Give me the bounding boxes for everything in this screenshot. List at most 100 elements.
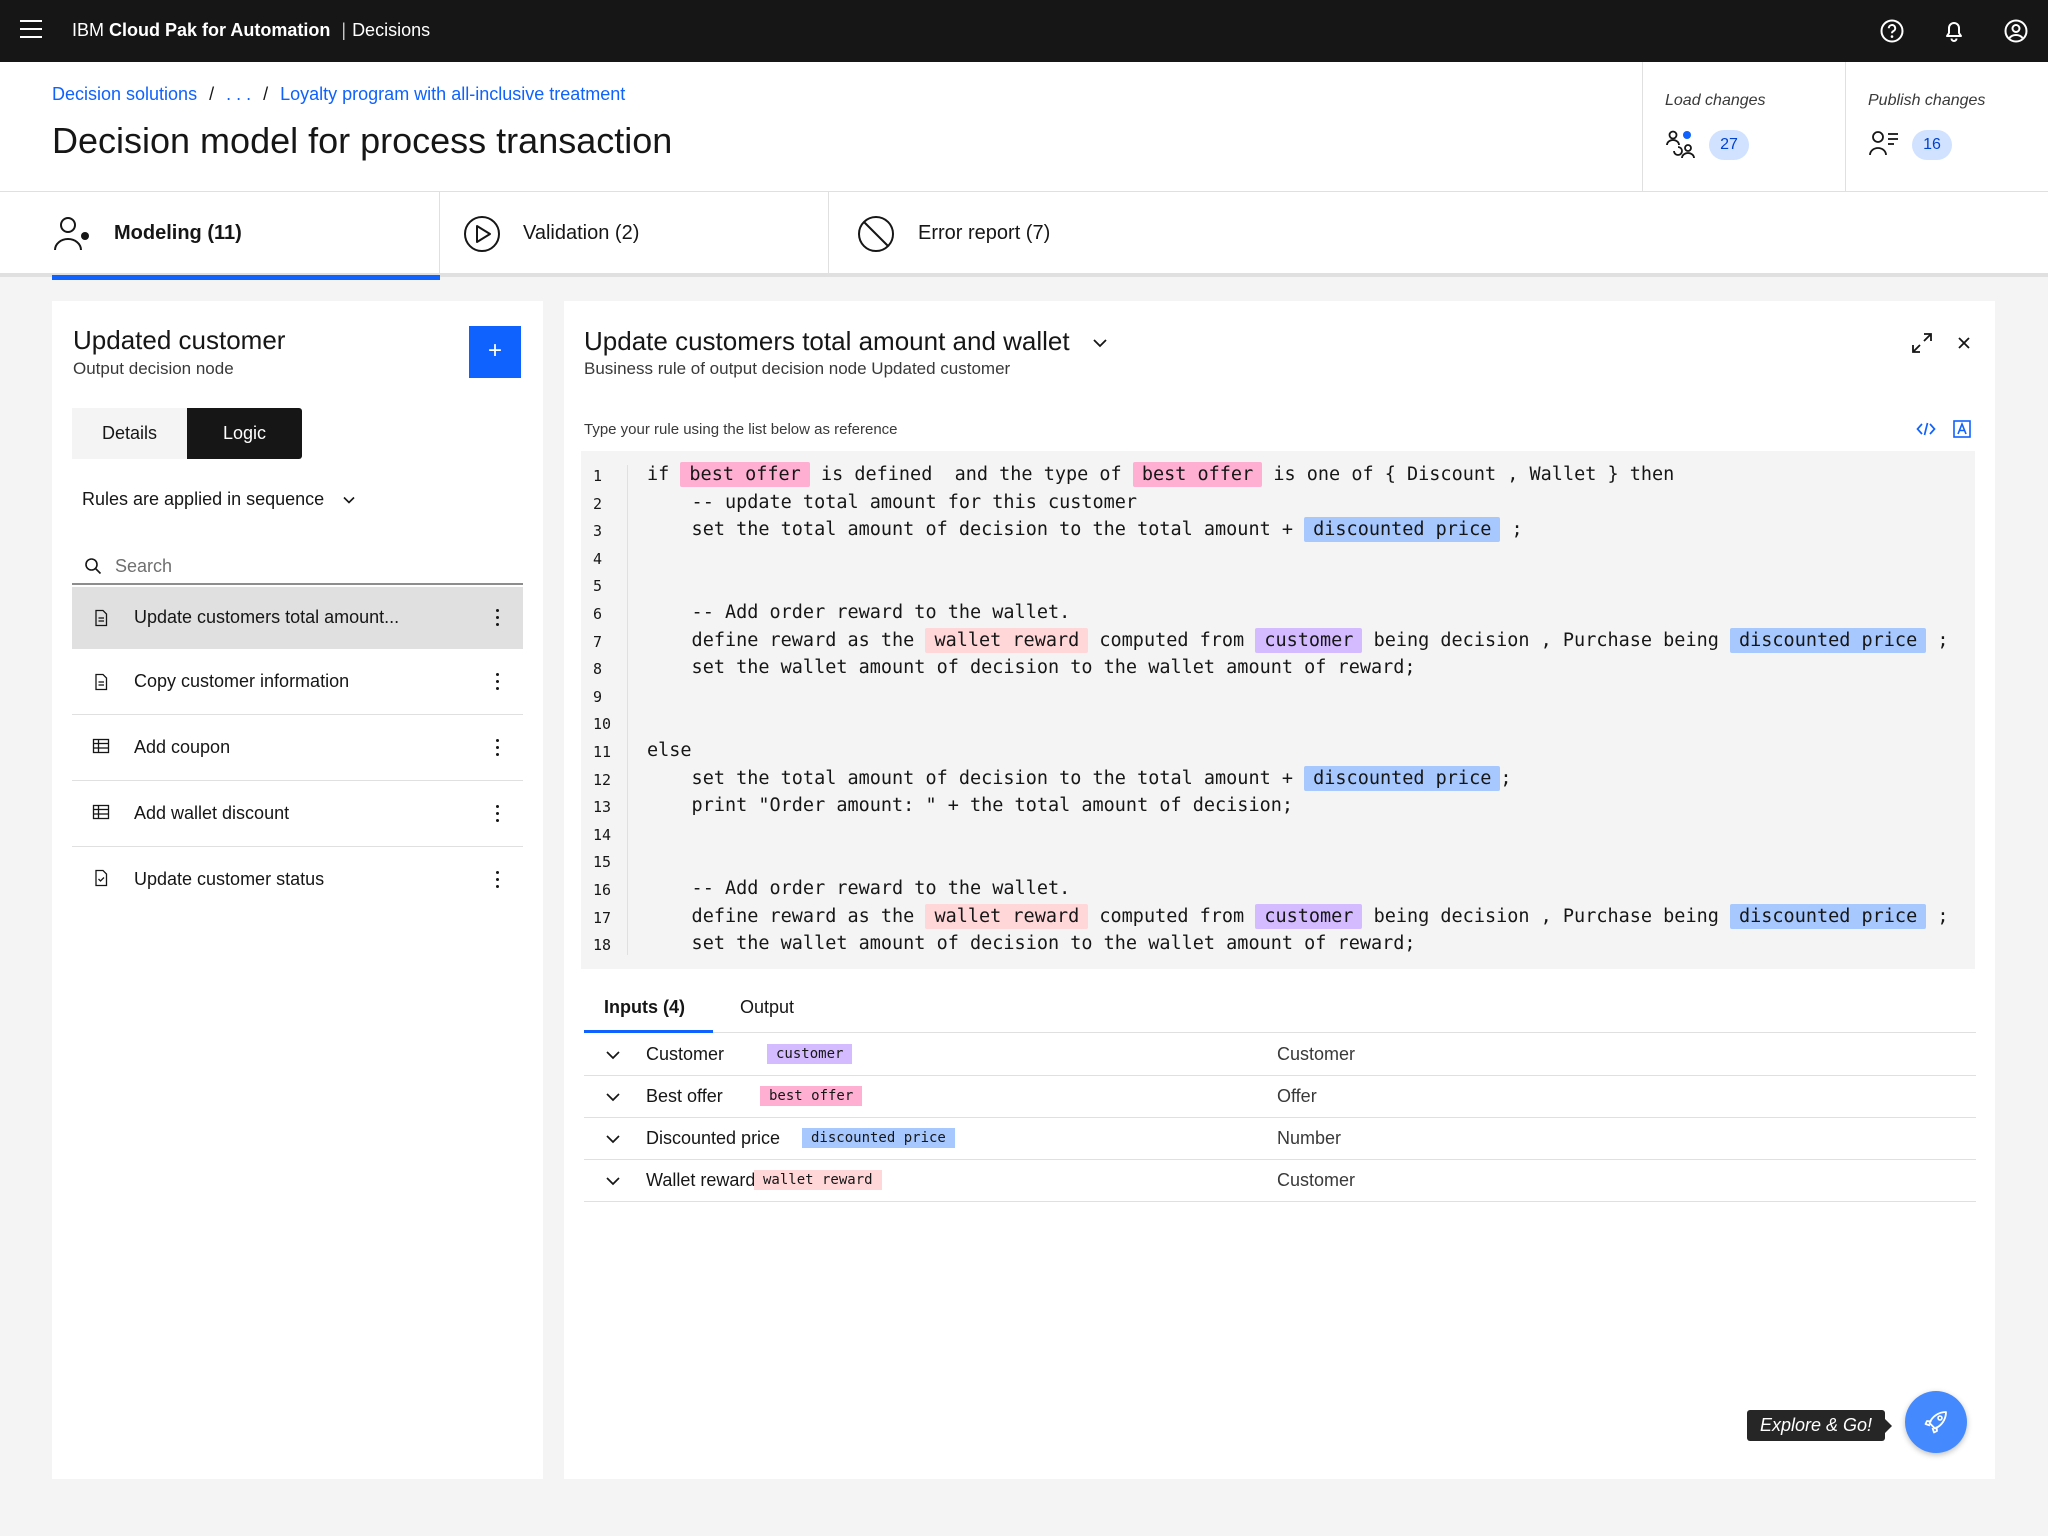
code-segment: computed from (1088, 905, 1256, 927)
input-row[interactable]: Wallet reward wallet reward Customer (584, 1160, 1976, 1202)
chevron-down-icon[interactable] (604, 1172, 622, 1190)
breadcrumb-overflow[interactable]: . . . (226, 84, 251, 104)
line-number: 17 (593, 908, 612, 927)
brand-ibm: IBM (72, 20, 105, 40)
tab-output[interactable]: Output (740, 981, 794, 1033)
page-title: Decision model for process transaction (52, 120, 673, 161)
tab-modeling[interactable]: Modeling (11) (0, 192, 440, 277)
tab-error-report-label: Error report (7) (918, 222, 1051, 244)
breadcrumb: Decision solutions / . . . / Loyalty program… (52, 84, 625, 105)
menu-icon[interactable] (20, 20, 42, 40)
explore-go-button[interactable] (1905, 1391, 1967, 1453)
help-icon[interactable] (1878, 17, 1906, 45)
io-tabs: Inputs (4) Output (584, 981, 1976, 1033)
publish-changes-label: Publish changes (1868, 92, 1986, 109)
text-format-icon[interactable] (1952, 419, 1972, 439)
rule-item-update-status[interactable]: Update customer status (72, 847, 523, 913)
rule-item-label: Add wallet discount (134, 803, 290, 823)
tab-validation[interactable]: Validation (2) (440, 192, 829, 277)
code-text: set the wallet amount of decision to the… (647, 928, 1416, 960)
code-segment: ; (1926, 905, 1949, 927)
rocket-icon (1924, 1411, 1947, 1434)
code-editor[interactable]: 1 if best offer is defined and the type o… (581, 451, 1975, 969)
code-variable-token[interactable]: wallet reward (925, 903, 1089, 929)
user-modeling-icon (54, 217, 89, 251)
code-segment: define reward as the (647, 905, 926, 927)
maximize-icon[interactable] (1910, 331, 1934, 355)
code-line[interactable]: 18 set the wallet amount of decision to … (581, 928, 1975, 960)
code-variable-token[interactable]: customer (1255, 903, 1363, 929)
code-segment: computed from (1088, 629, 1256, 651)
chevron-down-icon (1093, 339, 1107, 348)
rule-search-input[interactable]: Search (72, 547, 523, 585)
code-segment: being decision , Purchase being (1362, 905, 1730, 927)
overflow-menu-icon[interactable] (487, 605, 507, 631)
product-brand[interactable]: IBM Cloud Pak for Automation | Decisions (72, 19, 430, 41)
input-row[interactable]: Best offer best offer Offer (584, 1076, 1976, 1118)
publish-changes-count: 16 (1912, 130, 1952, 160)
input-row[interactable]: Customer customer Customer (584, 1034, 1976, 1076)
line-number: 6 (593, 605, 603, 623)
input-row[interactable]: Discounted price discounted price Number (584, 1118, 1976, 1160)
code-variable-token[interactable]: customer (1255, 627, 1363, 653)
input-name: Wallet reward (646, 1170, 756, 1190)
input-type: Customer (1277, 1170, 1356, 1190)
tab-modeling-label: Modeling (11) (114, 222, 242, 244)
details-button[interactable]: Details (72, 408, 187, 459)
close-icon[interactable] (1952, 331, 1976, 355)
code-segment: -- Add order reward to the wallet. (647, 878, 1071, 899)
code-view-icon[interactable] (1916, 419, 1936, 439)
code-variable-token[interactable]: wallet reward (925, 627, 1089, 653)
code-segment: define reward as the (647, 629, 926, 651)
code-variable-token[interactable]: discounted price (1304, 765, 1501, 791)
publish-changes[interactable]: Publish changes 16 (1845, 62, 2048, 192)
rule-title: Update customers total amount and wallet (584, 326, 1070, 356)
play-circle-icon (464, 216, 500, 252)
code-variable-token[interactable]: best offer (1132, 462, 1263, 487)
line-number: 14 (593, 825, 612, 844)
document-icon (95, 609, 108, 627)
chevron-down-icon[interactable] (604, 1088, 622, 1106)
rule-item-copy-customer[interactable]: Copy customer information (72, 649, 523, 715)
logic-button[interactable]: Logic (187, 408, 302, 459)
overflow-menu-icon[interactable] (487, 669, 507, 695)
prohibited-icon (858, 216, 894, 252)
code-variable-token[interactable]: best offer (680, 462, 810, 487)
user-avatar-icon[interactable] (2002, 17, 2030, 45)
line-number: 3 (593, 522, 603, 541)
rule-order-dropdown[interactable]: Rules are applied in sequence (82, 489, 357, 510)
rule-title-dropdown[interactable]: Update customers total amount and wallet (584, 326, 1109, 357)
document-icon (95, 673, 108, 691)
overflow-menu-icon[interactable] (487, 801, 507, 827)
node-title: Updated customer (73, 325, 286, 355)
tab-error-report[interactable]: Error report (7) (829, 192, 1229, 277)
rule-order-label: Rules are applied in sequence (82, 489, 325, 509)
rule-item-label: Update customers total amount... (134, 607, 400, 627)
load-changes-count: 27 (1709, 130, 1749, 160)
code-variable-token[interactable]: discounted price (1730, 627, 1927, 653)
rule-item-add-coupon[interactable]: Add coupon (72, 715, 523, 781)
line-number: 9 (593, 687, 603, 706)
code-variable-token[interactable]: discounted price (1730, 903, 1927, 929)
rule-item-update-customers[interactable]: Update customers total amount... (72, 587, 523, 649)
load-changes[interactable]: Load changes 27 (1642, 62, 1845, 192)
overflow-menu-icon[interactable] (487, 867, 507, 893)
editor-hint: Type your rule using the list below as r… (584, 421, 898, 438)
top-navigation-bar: IBM Cloud Pak for Automation | Decisions (0, 0, 2048, 62)
overflow-menu-icon[interactable] (487, 735, 507, 761)
chevron-down-icon (343, 497, 355, 504)
rule-item-add-wallet-discount[interactable]: Add wallet discount (72, 781, 523, 847)
chevron-down-icon[interactable] (604, 1046, 622, 1064)
notification-icon[interactable] (1940, 17, 1968, 45)
table-icon (92, 804, 110, 820)
code-segment: if (647, 464, 681, 485)
tab-inputs[interactable]: Inputs (4) (584, 981, 713, 1033)
breadcrumb-decision-solutions[interactable]: Decision solutions (52, 84, 197, 104)
add-rule-button[interactable]: + (469, 326, 521, 378)
input-variable-tag: customer (767, 1044, 853, 1064)
line-number: 15 (593, 853, 612, 872)
line-number: 12 (593, 770, 612, 789)
code-variable-token[interactable]: discounted price (1304, 517, 1501, 543)
chevron-down-icon[interactable] (604, 1130, 622, 1148)
breadcrumb-loyalty-program[interactable]: Loyalty program with all-inclusive treat… (280, 84, 625, 104)
